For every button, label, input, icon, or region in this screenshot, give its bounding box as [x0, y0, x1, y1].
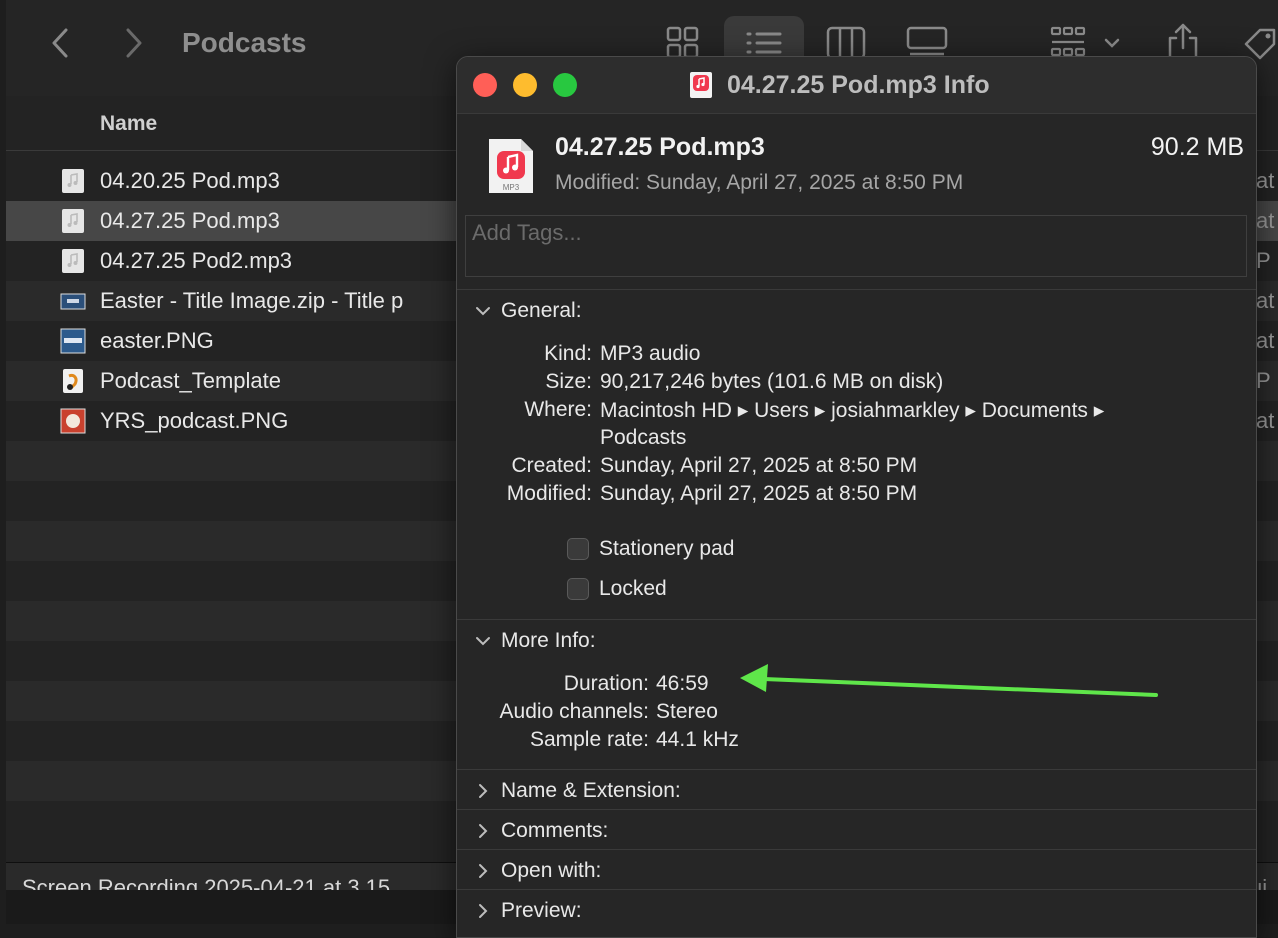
audio-file-icon	[60, 248, 86, 274]
tags-input[interactable]	[465, 215, 1247, 277]
minimize-button[interactable]	[513, 73, 537, 97]
file-name: 04.20.25 Pod.mp3	[100, 168, 280, 193]
comments-label: Comments:	[501, 819, 609, 842]
sample-rate-label: Sample rate:	[529, 728, 649, 751]
modified-value: Sunday, April 27, 2025 at 8:50 PM	[600, 482, 918, 505]
stationery-pad-label: Stationery pad	[599, 537, 735, 560]
audio-channels-value: Stereo	[656, 700, 718, 723]
finder-window-title: Podcasts	[182, 27, 307, 58]
svg-text:MP3: MP3	[503, 183, 520, 192]
date-modified-cell: at	[1256, 208, 1275, 233]
back-icon[interactable]	[48, 26, 74, 60]
modified-label: Modified:	[506, 482, 592, 505]
date-modified-cell: at	[1256, 408, 1275, 433]
locked-checkbox-row[interactable]: Locked	[567, 576, 667, 602]
locked-checkbox[interactable]	[567, 578, 589, 600]
info-modified-summary: Modified: Sunday, April 27, 2025 at 8:50…	[555, 171, 964, 194]
file-name: Easter - Title Image.zip - Title p	[100, 288, 404, 313]
name-extension-section-toggle[interactable]: Name & Extension:	[475, 778, 681, 804]
image-thumbnail-icon	[60, 328, 86, 354]
file-name: 04.27.25 Pod.mp3	[100, 208, 280, 233]
name-extension-label: Name & Extension:	[501, 779, 681, 802]
duration-value: 46:59	[656, 672, 709, 695]
date-modified-cell: at	[1256, 288, 1275, 313]
date-modified-cell: P	[1256, 368, 1271, 393]
close-button[interactable]	[473, 73, 497, 97]
stationery-pad-checkbox-row[interactable]: Stationery pad	[567, 536, 734, 562]
size-label: Size:	[545, 370, 592, 393]
divider	[457, 619, 1256, 620]
date-modified-cell: P	[1256, 248, 1271, 273]
date-modified-cell: at	[1256, 168, 1275, 193]
get-info-window: 04.27.25 Pod.mp3 Info MP3 04.27.25 Pod.m…	[456, 56, 1257, 938]
divider	[457, 809, 1256, 810]
kind-value: MP3 audio	[600, 342, 701, 365]
mp3-document-icon: MP3	[487, 137, 535, 195]
kind-label: Kind:	[544, 342, 592, 365]
file-name: 04.27.25 Pod2.mp3	[100, 248, 293, 273]
chevron-right-icon	[475, 863, 491, 879]
divider	[457, 849, 1256, 850]
general-section-toggle[interactable]: General:	[475, 298, 582, 324]
divider	[457, 289, 1256, 290]
preview-section-toggle[interactable]: Preview:	[475, 898, 582, 924]
image-thumbnail-icon	[60, 408, 86, 434]
garageband-file-icon	[60, 368, 86, 394]
general-section-label: General:	[501, 299, 582, 322]
chevron-right-icon	[475, 783, 491, 799]
duration-label: Duration:	[563, 672, 649, 695]
audio-channels-label: Audio channels:	[499, 700, 649, 723]
where-value: Macintosh HD ▸ Users ▸ josiahmarkley ▸ D…	[600, 399, 1105, 422]
zoom-button[interactable]	[553, 73, 577, 97]
info-window-title: 04.27.25 Pod.mp3 Info	[727, 71, 990, 99]
file-name: Podcast_Template	[100, 368, 281, 393]
created-label: Created:	[511, 454, 592, 477]
audio-file-icon	[60, 208, 86, 234]
open-with-label: Open with:	[501, 859, 602, 882]
more-info-section-label: More Info:	[501, 629, 596, 652]
chevron-right-icon	[475, 823, 491, 839]
forward-icon[interactable]	[120, 26, 146, 60]
where-label: Where:	[524, 398, 592, 421]
locked-label: Locked	[599, 577, 667, 600]
chevron-down-icon	[475, 303, 491, 319]
file-name: easter.PNG	[100, 328, 214, 353]
info-file-size: 90.2 MB	[1150, 133, 1244, 161]
info-file-name: 04.27.25 Pod.mp3	[555, 133, 765, 161]
stationery-pad-checkbox[interactable]	[567, 538, 589, 560]
open-with-section-toggle[interactable]: Open with:	[475, 858, 601, 884]
created-value: Sunday, April 27, 2025 at 8:50 PM	[600, 454, 918, 477]
file-name: Screen Recording 2025-04-21 at 3.15	[22, 875, 391, 891]
file-name: YRS_podcast.PNG	[100, 408, 289, 433]
music-file-icon	[689, 71, 713, 99]
sample-rate-value: 44.1 kHz	[656, 728, 739, 751]
date-modified-cell: at	[1256, 328, 1275, 353]
name-column-header[interactable]: Name	[100, 112, 157, 136]
where-value-continued: Podcasts	[600, 426, 687, 449]
audio-file-icon	[60, 168, 86, 194]
chevron-down-icon	[475, 633, 491, 649]
chevron-right-icon	[475, 903, 491, 919]
comments-section-toggle[interactable]: Comments:	[475, 818, 608, 844]
divider	[457, 769, 1256, 770]
divider	[457, 889, 1256, 890]
info-titlebar: 04.27.25 Pod.mp3 Info	[457, 57, 1256, 114]
image-thumbnail-icon	[60, 288, 86, 314]
preview-label: Preview:	[501, 899, 582, 922]
size-value: 90,217,246 bytes (101.6 MB on disk)	[600, 370, 944, 393]
more-info-section-toggle[interactable]: More Info:	[475, 628, 596, 654]
